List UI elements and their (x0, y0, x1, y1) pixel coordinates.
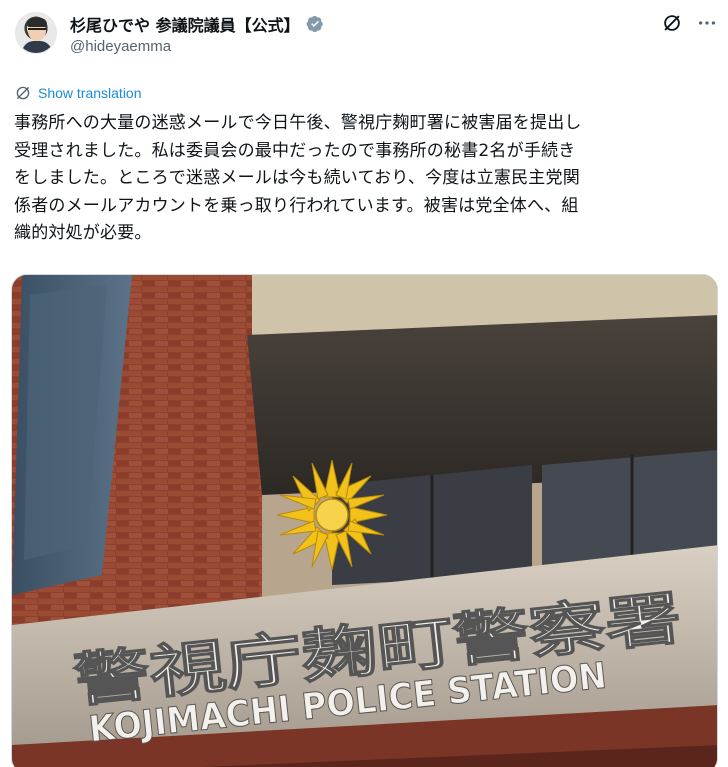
post-header: 杉尾ひでや 参議院議員【公式】 @hideyaemma (0, 0, 728, 72)
avatar[interactable] (15, 12, 57, 54)
post-text-line: 織的対処が必要。 (14, 223, 152, 243)
avatar-hair (27, 18, 47, 27)
show-translation-row[interactable]: Show translation (14, 84, 142, 102)
grok-slash-icon[interactable] (661, 12, 683, 34)
post-text-line: 係者のメールアカウントを乗っ取り行われています。被害は党全体へ、組 (14, 195, 579, 216)
author-display-name[interactable]: 杉尾ひでや 参議院議員【公式】 (70, 12, 300, 36)
post-text-line: 受理されました。私は委員会の最中だったので事務所の秘書2名が手続き (14, 140, 576, 161)
police-station-photo: 警視庁麹町警察署 KOJIMACHI POLICE STATION (12, 275, 717, 767)
post-photo[interactable]: 警視庁麹町警察署 KOJIMACHI POLICE STATION (11, 274, 718, 767)
police-emblem (276, 459, 388, 571)
author-handle[interactable]: @hideyaemma (70, 38, 171, 55)
post-text-line: 事務所への大量の迷惑メールで今日午後、警視庁麹町署に被害届を提出し (14, 113, 582, 133)
author-name-line: 杉尾ひでや 参議院議員【公式】 (70, 12, 324, 36)
avatar-glasses (28, 28, 46, 32)
post-body: 事務所への大量の迷惑メールで今日午後、警視庁麹町署に被害届を提出し 受理されまし… (14, 110, 720, 248)
more-horizontal-icon[interactable] (696, 12, 718, 34)
show-translation-link[interactable]: Show translation (38, 85, 142, 101)
avatar-suit (22, 41, 52, 53)
translate-icon (16, 86, 30, 100)
verified-badge-icon[interactable] (306, 15, 324, 33)
post-text-line: をしました。ところで迷惑メールは今も続いており、今度は立憲民主党関 (14, 168, 580, 188)
